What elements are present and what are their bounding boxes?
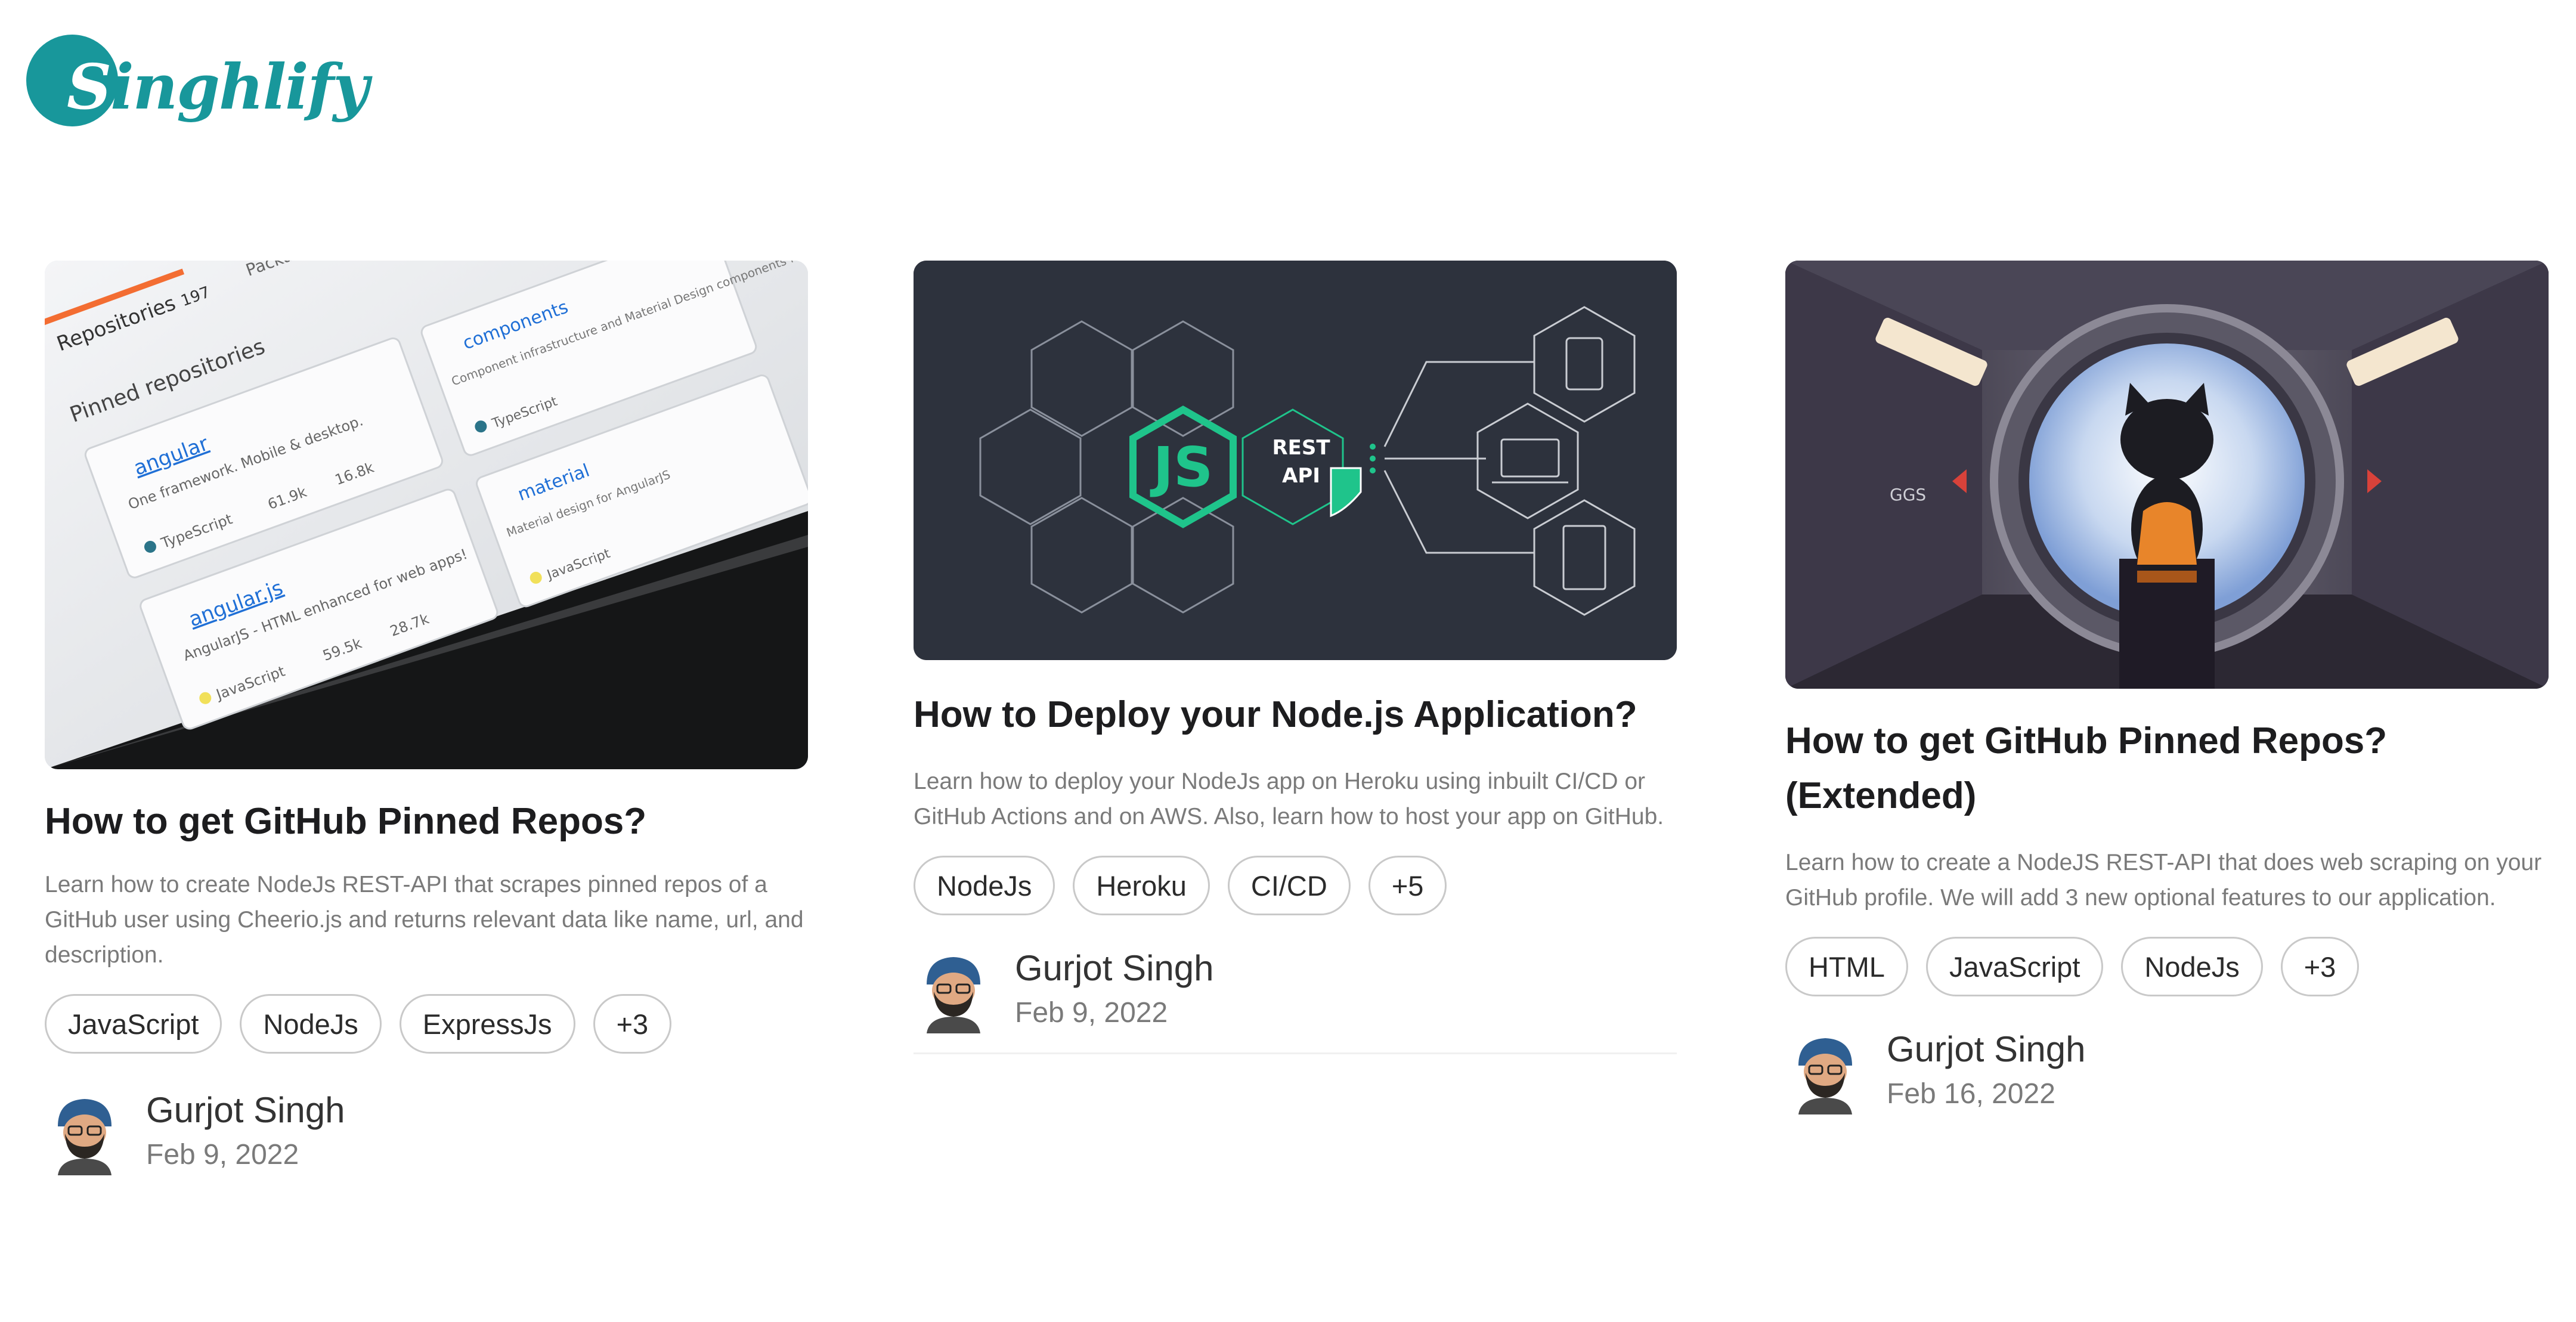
site-logo[interactable]: Singhlify: [26, 35, 369, 136]
tag-chip[interactable]: CI/CD: [1227, 856, 1351, 915]
author-name[interactable]: Gurjot Singh: [146, 1089, 345, 1131]
svg-text:JS: JS: [1150, 435, 1213, 499]
tag-list: NodeJs Heroku CI/CD +5: [914, 856, 1677, 915]
tag-chip[interactable]: NodeJs: [2121, 937, 2263, 996]
post-title[interactable]: How to get GitHub Pinned Repos?: [45, 794, 808, 849]
tag-chip[interactable]: Heroku: [1073, 856, 1210, 915]
svg-text:GGS: GGS: [1890, 485, 1926, 504]
post-title[interactable]: How to get GitHub Pinned Repos? (Extende…: [1785, 714, 2549, 823]
svg-text:API: API: [1282, 464, 1320, 488]
card-divider: [914, 1052, 1677, 1054]
logo-text: Singhlify: [67, 50, 369, 123]
tag-list: JavaScript NodeJs ExpressJs +3: [45, 994, 808, 1054]
post-card-github-pinned-repos[interactable]: Repositories 197 Packa Pinned repositori…: [45, 261, 808, 1182]
post-description: Learn how to create a NodeJS REST-API th…: [1785, 850, 2542, 911]
post-cover-image[interactable]: JS REST API: [914, 261, 1677, 660]
author-name[interactable]: Gurjot Singh: [1887, 1029, 2086, 1070]
tag-list: HTML JavaScript NodeJs +3: [1785, 937, 2549, 996]
post-author[interactable]: Gurjot Singh Feb 16, 2022: [1785, 1026, 2549, 1122]
post-author[interactable]: Gurjot Singh Feb 9, 2022: [914, 945, 1677, 1041]
post-date: Feb 16, 2022: [1887, 1078, 2055, 1110]
tag-chip[interactable]: NodeJs: [914, 856, 1055, 915]
author-avatar: [927, 957, 980, 1033]
post-description: Learn how to create NodeJs REST-API that…: [45, 872, 804, 968]
tag-chip[interactable]: NodeJs: [240, 994, 382, 1054]
tag-chip[interactable]: HTML: [1785, 937, 1908, 996]
laptop-screen-illustration: Repositories 197 Packa Pinned repositori…: [45, 261, 808, 769]
author-name[interactable]: Gurjot Singh: [1015, 948, 1214, 989]
post-title[interactable]: How to Deploy your Node.js Application?: [914, 688, 1677, 742]
author-avatar: [58, 1099, 112, 1175]
author-avatar: [1798, 1038, 1852, 1114]
tag-chip[interactable]: JavaScript: [45, 994, 222, 1054]
post-card-deploy-nodejs[interactable]: JS REST API How to Deploy your Node.js A…: [914, 261, 1677, 1054]
nodejs-rest-api-illustration: JS REST API: [914, 261, 1677, 660]
tag-more-chip[interactable]: +3: [2280, 937, 2360, 996]
tag-more-chip[interactable]: +5: [1368, 856, 1447, 915]
svg-text:REST: REST: [1272, 436, 1330, 460]
octocat-spaceship-illustration: GGS: [1785, 261, 2549, 689]
post-cover-image[interactable]: Repositories 197 Packa Pinned repositori…: [45, 261, 808, 769]
tag-chip[interactable]: ExpressJs: [399, 994, 575, 1054]
post-card-github-pinned-repos-extended[interactable]: GGS How to get GitHub Pinned Repos? (Ext…: [1785, 261, 2549, 1122]
post-cover-image[interactable]: GGS: [1785, 261, 2549, 689]
post-author[interactable]: Gurjot Singh Feb 9, 2022: [45, 1087, 808, 1182]
tag-chip[interactable]: JavaScript: [1925, 937, 2104, 996]
tag-more-chip[interactable]: +3: [593, 994, 672, 1054]
post-description: Learn how to deploy your NodeJs app on H…: [914, 769, 1664, 829]
post-date: Feb 9, 2022: [146, 1139, 299, 1171]
post-date: Feb 9, 2022: [1015, 997, 1168, 1029]
